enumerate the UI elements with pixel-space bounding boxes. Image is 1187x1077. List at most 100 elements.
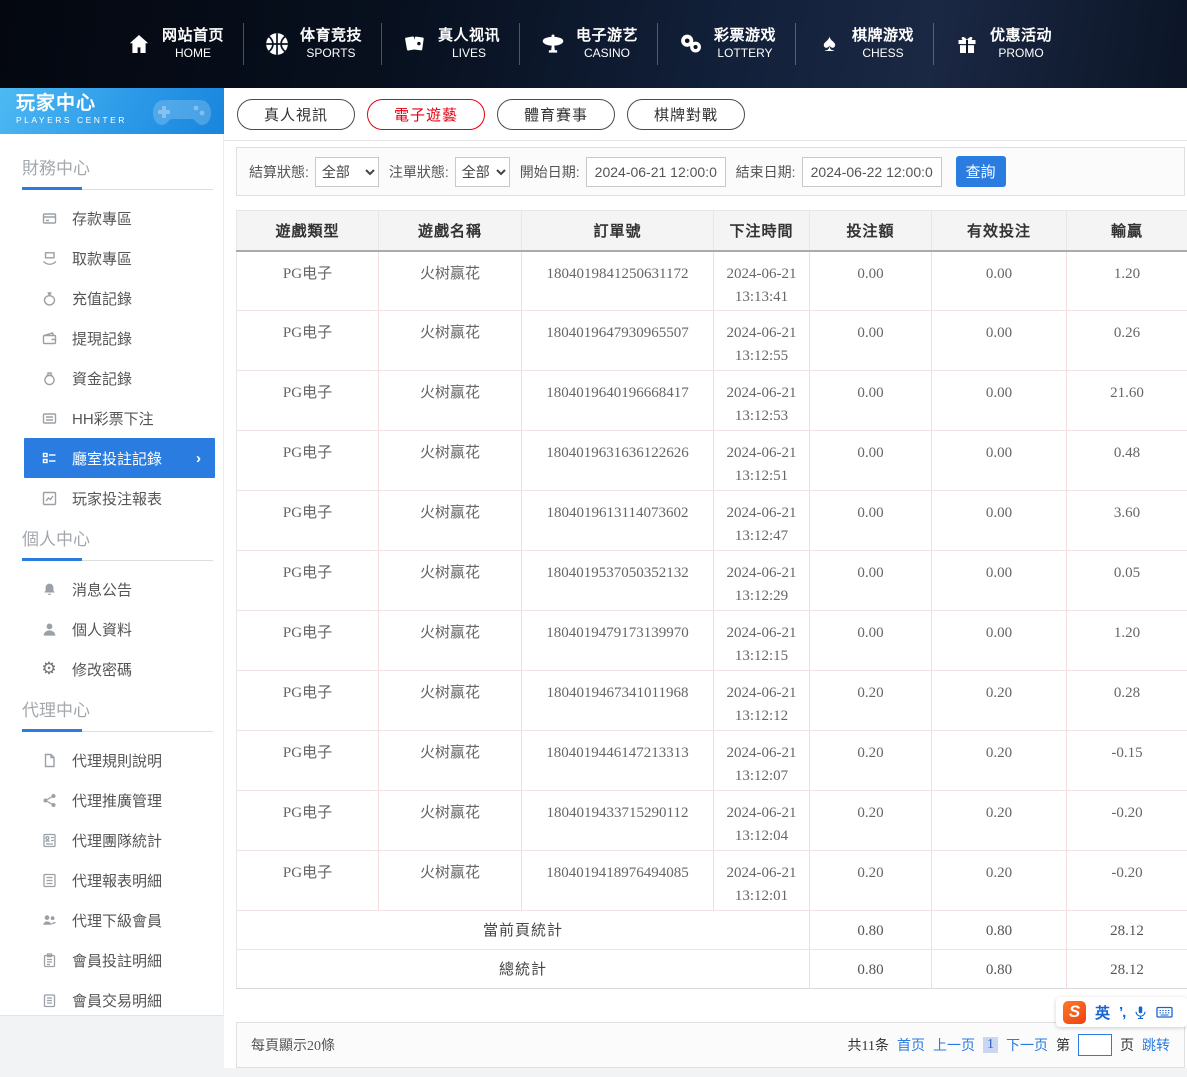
ledger-icon [40,993,58,1008]
table-row: PG电子 火树赢花 1804019418976494085 2024-06-21… [237,851,1187,911]
query-button[interactable]: 查詢 [956,156,1006,187]
sidebar-item-player-bet-report[interactable]: 玩家投注報表 [0,478,223,518]
cell-game-name: 火树赢花 [379,551,522,611]
cell-valid-bet: 0.00 [932,371,1067,431]
wallet-icon [40,331,58,346]
clipboard-icon [40,953,58,968]
tab-board-games[interactable]: 棋牌對戰 [627,99,745,130]
table-row: PG电子 火树赢花 1804019613114073602 2024-06-21… [237,491,1187,551]
sidebar-item-recharge-record[interactable]: 充值記錄 [0,278,223,318]
sidebar-item-funds-record[interactable]: 資金記錄 [0,358,223,398]
sidebar-item-agent-downline-members[interactable]: 代理下級會員 [0,900,223,940]
cell-order-no: 1804019613114073602 [522,491,714,551]
sidebar-item-agent-rules[interactable]: 代理規則說明 [0,740,223,780]
sidebar-item-agent-promotion[interactable]: 代理推廣管理 [0,780,223,820]
table-row: PG电子 火树赢花 1804019433715290112 2024-06-21… [237,791,1187,851]
settle-status-select[interactable]: 全部 [315,157,379,187]
cell-valid-bet: 0.00 [932,551,1067,611]
settle-status-label: 結算狀態: [249,162,309,182]
cell-game-name: 火树赢花 [379,311,522,371]
sidebar-item-member-transaction-detail[interactable]: 會員交易明細 [0,980,223,1020]
share-icon [40,793,58,808]
section-title-finance: 財務中心 [22,157,223,181]
nav-item-lottery[interactable]: 彩票游戏 LOTTERY [658,16,796,72]
sidebar: 財務中心 存款專區 取款專區 充值記錄 提現記錄 資金記錄 HH彩票下注 廳室投… [0,134,224,1016]
cell-bet-amount: 0.20 [810,851,932,911]
cell-valid-bet: 0.00 [932,491,1067,551]
sidebar-item-member-bet-detail[interactable]: 會員投註明細 [0,940,223,980]
nav-item-lives[interactable]: 真人视讯 LIVES [382,16,520,72]
table-row: PG电子 火树赢花 1804019647930965507 2024-06-21… [237,311,1187,371]
sidebar-item-agent-team-stats[interactable]: 代理團隊統計 [0,820,223,860]
prev-page-link[interactable]: 上一页 [933,1035,975,1055]
cell-game-type: PG电子 [237,791,379,851]
cell-game-name: 火树赢花 [379,491,522,551]
start-date-input[interactable] [586,157,726,187]
ime-language-toggle[interactable]: 英 [1095,1002,1110,1023]
pager: 共11条 首页 上一页 1 下一页 第 页 跳转 [848,1034,1170,1056]
sogou-logo-icon[interactable]: S [1063,1001,1086,1024]
nav-item-chess[interactable]: ♠ 棋牌游戏 CHESS [796,16,934,72]
summary-valid-bet: 0.80 [932,950,1067,989]
nav-item-home[interactable]: 网站首页 HOME [106,16,244,72]
keyboard-icon[interactable] [1156,1005,1173,1019]
section-title-agent: 代理中心 [22,699,223,723]
sidebar-item-deposit[interactable]: 存款專區 [0,198,223,238]
cell-valid-bet: 0.00 [932,431,1067,491]
table-row: PG电子 火树赢花 1804019841250631172 2024-06-21… [237,251,1187,311]
first-page-link[interactable]: 首页 [897,1035,925,1055]
sidebar-header: 玩家中心 PLAYERS CENTER [0,88,224,134]
sidebar-item-announcements[interactable]: 消息公告 [0,569,223,609]
roulette-icon [540,31,567,58]
nav-lives-zh: 真人视讯 [438,27,500,46]
next-page-link[interactable]: 下一页 [1006,1035,1048,1055]
summary-bet-amount: 0.80 [810,911,932,950]
nav-item-sports[interactable]: 体育竞技 SPORTS [244,16,382,72]
cell-bet-time: 2024-06-21 13:12:12 [714,671,810,731]
cell-valid-bet: 0.20 [932,851,1067,911]
sidebar-item-withdraw[interactable]: 取款專區 [0,238,223,278]
end-date-input[interactable] [802,157,942,187]
nav-lives-en: LIVES [438,46,500,61]
cell-bet-time: 2024-06-21 13:12:51 [714,431,810,491]
cell-bet-time: 2024-06-21 13:12:01 [714,851,810,911]
sidebar-item-label: 消息公告 [72,579,132,600]
cell-game-name: 火树赢花 [379,371,522,431]
cell-order-no: 1804019433715290112 [522,791,714,851]
sidebar-item-label: 玩家投注報表 [72,488,162,509]
category-tabbar: 真人視訊 電子遊藝 體育賽事 棋牌對戰 [224,88,1187,141]
cell-bet-amount: 0.20 [810,731,932,791]
gear-icon: ⚙ [40,659,58,679]
cell-valid-bet: 0.00 [932,611,1067,671]
sidebar-item-hall-bet-records[interactable]: 廳室投註記錄 › [24,438,215,478]
nav-item-promo[interactable]: 优惠活动 PROMO [934,16,1072,72]
basketball-icon [264,31,291,58]
cell-valid-bet: 0.20 [932,731,1067,791]
cell-game-type: PG电子 [237,431,379,491]
table-row: PG电子 火树赢花 1804019640196668417 2024-06-21… [237,371,1187,431]
sidebar-item-change-password[interactable]: ⚙ 修改密碼 [0,649,223,689]
nav-item-casino[interactable]: 电子游艺 CASINO [520,16,658,72]
jump-button[interactable]: 跳转 [1142,1035,1170,1055]
sidebar-item-label: 代理規則說明 [72,750,162,771]
ime-toolbar: S 英 ’, [1056,997,1187,1027]
home-icon [126,31,153,58]
cell-game-name: 火树赢花 [379,251,522,311]
sidebar-item-withdrawal-record[interactable]: 提現記錄 [0,318,223,358]
cell-winloss: 21.60 [1067,371,1187,431]
tab-live-video[interactable]: 真人視訊 [237,99,355,130]
nav-promo-zh: 优惠活动 [990,27,1052,46]
tab-electronic-games[interactable]: 電子遊藝 [367,99,485,130]
id-card-icon [40,833,58,848]
sidebar-item-profile[interactable]: 個人資料 [0,609,223,649]
tab-sports-events[interactable]: 體育賽事 [497,99,615,130]
sidebar-item-agent-report-detail[interactable]: 代理報表明細 [0,860,223,900]
cell-bet-time: 2024-06-21 13:12:04 [714,791,810,851]
table-row: PG电子 火树赢花 1804019631636122626 2024-06-21… [237,431,1187,491]
cell-bet-amount: 0.00 [810,371,932,431]
sidebar-item-hh-lottery-bets[interactable]: HH彩票下注 [0,398,223,438]
order-status-select[interactable]: 全部 [455,157,510,187]
ime-punctuation-toggle[interactable]: ’, [1119,1004,1125,1021]
jump-page-input[interactable] [1078,1034,1112,1056]
microphone-icon[interactable] [1134,1005,1147,1020]
